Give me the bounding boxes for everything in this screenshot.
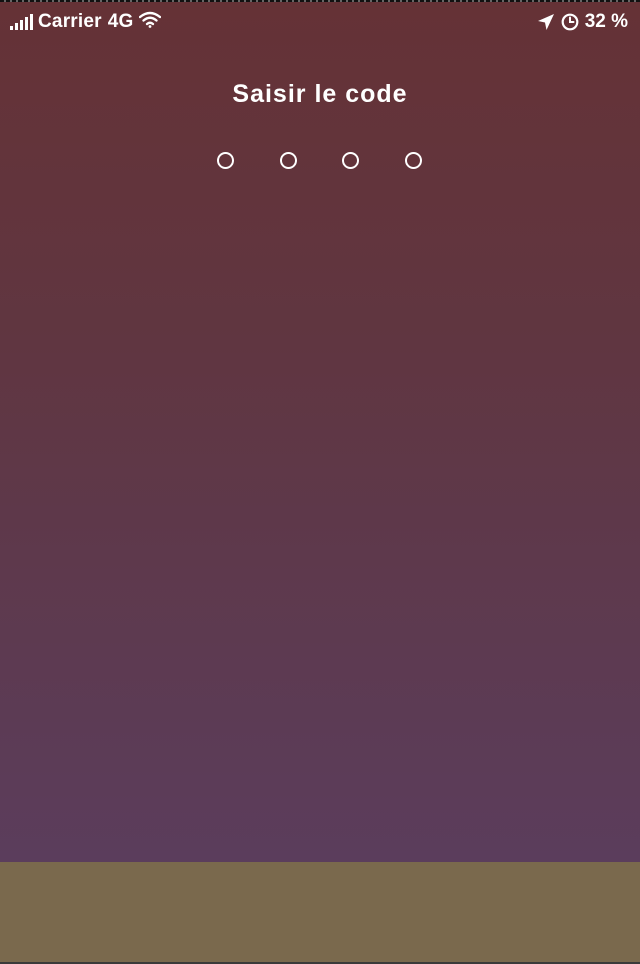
alarm-clock-icon (561, 13, 579, 31)
keypad-area (0, 862, 640, 962)
page-title: Saisir le code (232, 80, 408, 108)
network-type: 4G (107, 11, 134, 32)
background (0, 0, 640, 862)
passcode-screen: Carrier 4G 32 % Saisir le code (0, 0, 640, 964)
passcode-dot-3 (342, 152, 359, 169)
wifi-icon (139, 11, 162, 34)
passcode-dot-2 (280, 152, 297, 169)
battery-percentage: 32 % (584, 11, 628, 32)
top-edge-divider (0, 0, 640, 2)
carrier-name: Carrier (38, 11, 102, 32)
status-left-group: Carrier 4G (10, 10, 162, 34)
passcode-dots (0, 152, 640, 172)
status-right-group: 32 % (537, 10, 628, 34)
location-arrow-icon (537, 13, 555, 31)
status-bar: Carrier 4G 32 % (0, 2, 640, 42)
passcode-dot-4 (405, 152, 422, 169)
passcode-dot-1 (217, 152, 234, 169)
signal-icon (10, 14, 33, 30)
